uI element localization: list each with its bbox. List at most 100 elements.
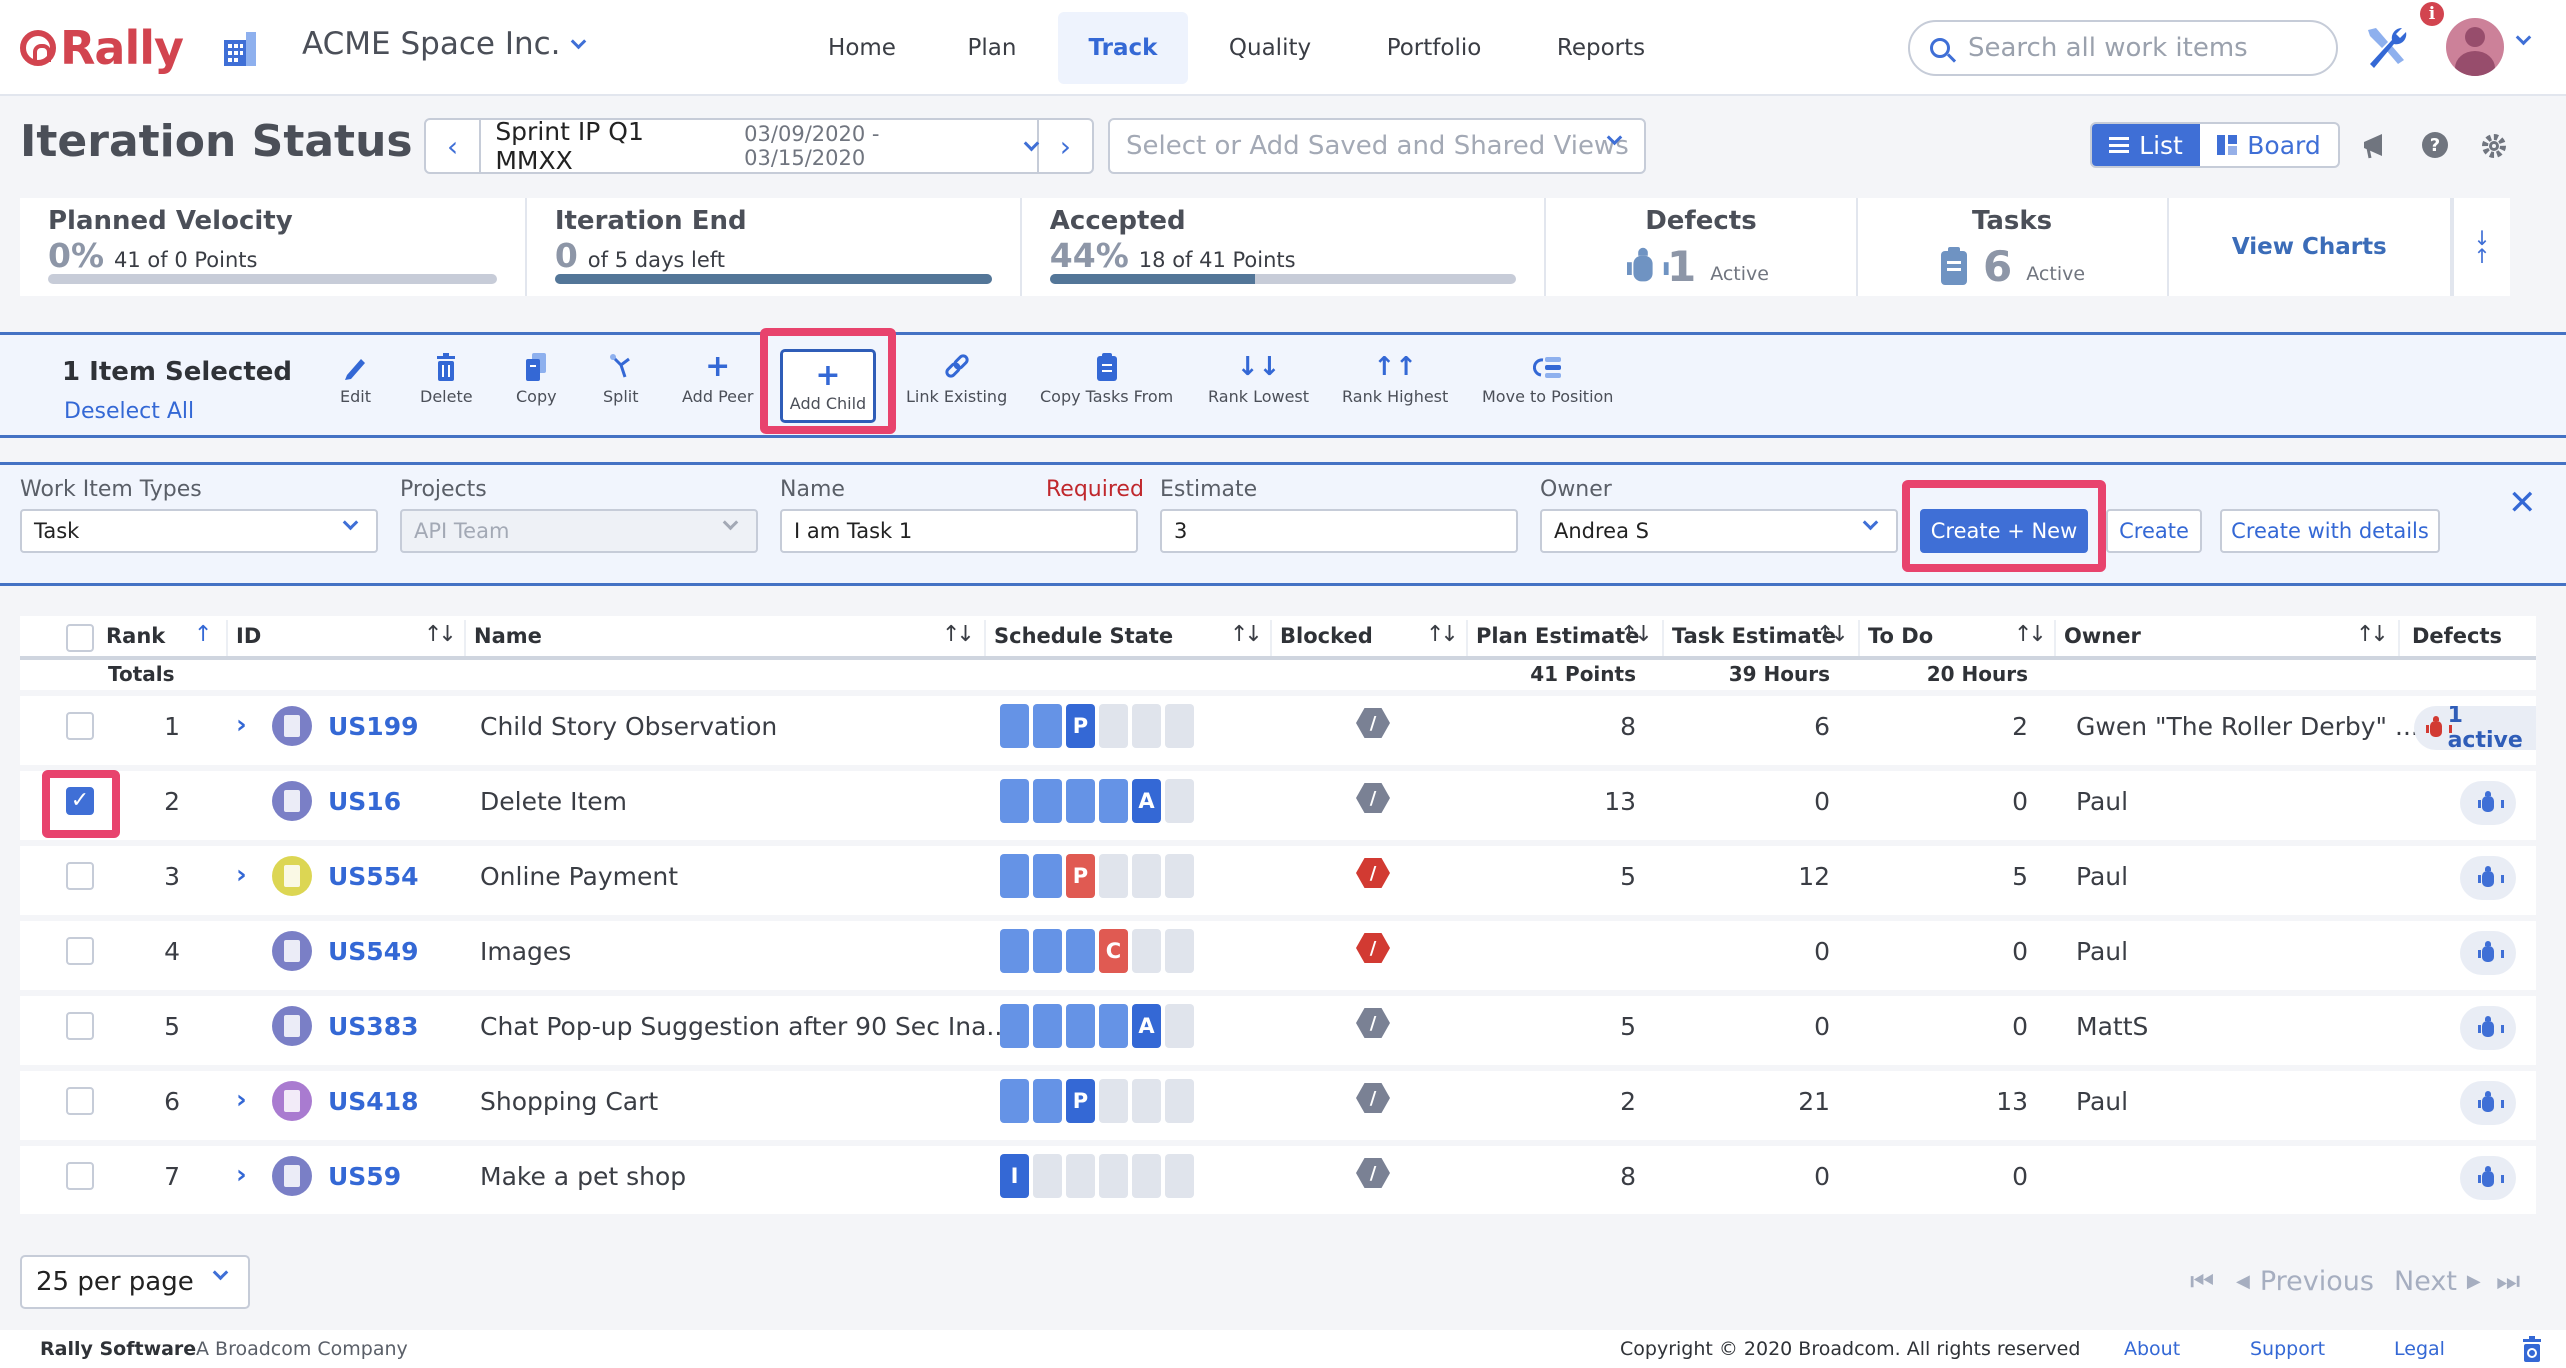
sort-icon[interactable]: ↑↓ bbox=[1230, 622, 1263, 647]
unblocked-icon[interactable]: / bbox=[1356, 1008, 1390, 1038]
tools-icon[interactable] bbox=[2362, 24, 2408, 70]
add-defect-button[interactable] bbox=[2460, 1081, 2516, 1125]
board-view-button[interactable]: Board bbox=[2200, 124, 2338, 166]
schedule-state-segment[interactable] bbox=[1033, 854, 1062, 898]
add-defect-button[interactable] bbox=[2460, 931, 2516, 975]
schedule-state-bar[interactable]: P bbox=[1000, 704, 1194, 748]
notification-badge[interactable]: i bbox=[2420, 2, 2444, 26]
close-icon[interactable]: ✕ bbox=[2508, 483, 2537, 523]
schedule-state-bar[interactable]: C bbox=[1000, 929, 1194, 973]
schedule-state-segment[interactable] bbox=[1000, 704, 1029, 748]
per-page-select[interactable]: 25 per page bbox=[20, 1255, 250, 1309]
schedule-state-bar[interactable]: P bbox=[1000, 854, 1194, 898]
row-checkbox[interactable] bbox=[66, 937, 94, 965]
schedule-state-segment[interactable] bbox=[1066, 1154, 1095, 1198]
sort-icon[interactable]: ↑↓ bbox=[2356, 622, 2389, 647]
nav-quality[interactable]: Quality bbox=[1210, 12, 1330, 84]
expand-chevron-icon[interactable]: › bbox=[236, 710, 247, 740]
schedule-state-bar[interactable]: I bbox=[1000, 1154, 1194, 1198]
add-defect-button[interactable] bbox=[2460, 1156, 2516, 1200]
user-avatar[interactable] bbox=[2446, 18, 2504, 76]
story-id-link[interactable]: US549 bbox=[328, 937, 419, 966]
sort-icon[interactable]: ↑↓ bbox=[1426, 622, 1459, 647]
stat-tasks[interactable]: Tasks 6 Active bbox=[1858, 198, 2169, 296]
column-schedule-state[interactable]: Schedule State bbox=[994, 624, 1173, 648]
defects-badge[interactable]: 1 active bbox=[2414, 706, 2536, 750]
schedule-state-segment[interactable] bbox=[1000, 1004, 1029, 1048]
schedule-state-segment[interactable] bbox=[1165, 704, 1194, 748]
create-with-details-button[interactable]: Create with details bbox=[2220, 509, 2440, 553]
table-row[interactable]: 6 › US418 Shopping Cart P / 2 21 13 Paul bbox=[20, 1065, 2536, 1137]
copy-tasks-from-button[interactable]: Copy Tasks From bbox=[1040, 351, 1173, 406]
recycle-bin-icon[interactable] bbox=[2522, 1336, 2542, 1362]
collapse-stats-button[interactable]: ↓ ↑ bbox=[2451, 198, 2510, 296]
delete-button[interactable]: Delete bbox=[420, 351, 473, 406]
schedule-state-segment[interactable] bbox=[1033, 1154, 1062, 1198]
schedule-state-segment[interactable] bbox=[1099, 1004, 1128, 1048]
schedule-state-segment[interactable] bbox=[1132, 929, 1161, 973]
schedule-state-segment[interactable] bbox=[1132, 854, 1161, 898]
owner-select[interactable]: Andrea S bbox=[1540, 509, 1898, 553]
table-row[interactable]: ✓ 2 US16 Delete Item A / 13 0 0 Paul bbox=[20, 765, 2536, 837]
schedule-state-segment[interactable] bbox=[1165, 1079, 1194, 1123]
add-defect-button[interactable] bbox=[2460, 1006, 2516, 1050]
list-view-button[interactable]: List bbox=[2092, 124, 2200, 166]
name-input[interactable]: I am Task 1 bbox=[780, 509, 1138, 553]
schedule-state-segment[interactable]: P bbox=[1066, 854, 1095, 898]
sort-icon[interactable]: ↑↓ bbox=[942, 622, 975, 647]
row-checkbox[interactable] bbox=[66, 1012, 94, 1040]
schedule-state-bar[interactable]: P bbox=[1000, 1079, 1194, 1123]
table-row[interactable]: 3 › US554 Online Payment P / 5 12 5 Paul bbox=[20, 840, 2536, 912]
saved-views-select[interactable]: Select or Add Saved and Shared Views bbox=[1108, 118, 1646, 174]
schedule-state-segment[interactable] bbox=[1033, 1004, 1062, 1048]
sort-ascending-icon[interactable]: ↑ bbox=[194, 622, 213, 647]
sort-icon[interactable]: ↑↓ bbox=[2014, 622, 2047, 647]
schedule-state-segment[interactable]: A bbox=[1132, 1004, 1161, 1048]
story-name[interactable]: Online Payment bbox=[480, 862, 678, 891]
expand-chevron-icon[interactable]: › bbox=[236, 1160, 247, 1190]
nav-portfolio[interactable]: Portfolio bbox=[1364, 12, 1504, 84]
story-name[interactable]: Delete Item bbox=[480, 787, 627, 816]
estimate-input[interactable]: 3 bbox=[1160, 509, 1518, 553]
rank-lowest-button[interactable]: ↓↓ Rank Lowest bbox=[1208, 351, 1309, 406]
work-item-type-select[interactable]: Task bbox=[20, 509, 378, 553]
row-checkbox[interactable] bbox=[66, 1162, 94, 1190]
story-id-link[interactable]: US59 bbox=[328, 1162, 401, 1191]
workspace-selector[interactable]: ACME Space Inc. bbox=[302, 26, 586, 62]
schedule-state-segment[interactable] bbox=[1099, 704, 1128, 748]
sort-icon[interactable]: ↑↓ bbox=[424, 622, 457, 647]
nav-plan[interactable]: Plan bbox=[950, 12, 1034, 84]
row-checkbox[interactable] bbox=[66, 1087, 94, 1115]
next-iteration-button[interactable]: › bbox=[1036, 120, 1092, 172]
last-page-button[interactable]: ⏭ bbox=[2496, 1266, 2520, 1298]
megaphone-icon[interactable] bbox=[2360, 130, 2390, 160]
schedule-state-bar[interactable]: A bbox=[1000, 779, 1194, 823]
schedule-state-bar[interactable]: A bbox=[1000, 1004, 1194, 1048]
story-id-link[interactable]: US199 bbox=[328, 712, 419, 741]
schedule-state-segment[interactable] bbox=[1165, 1004, 1194, 1048]
schedule-state-segment[interactable] bbox=[1099, 779, 1128, 823]
sort-icon[interactable]: ↑↓ bbox=[1816, 622, 1849, 647]
column-owner[interactable]: Owner bbox=[2064, 624, 2141, 648]
story-name[interactable]: Images bbox=[480, 937, 571, 966]
view-charts-link[interactable]: View Charts bbox=[2169, 198, 2452, 296]
create-button[interactable]: Create bbox=[2106, 509, 2202, 553]
table-row[interactable]: 7 › US59 Make a pet shop I / 8 0 0 bbox=[20, 1140, 2536, 1212]
schedule-state-segment[interactable]: I bbox=[1000, 1154, 1029, 1198]
schedule-state-segment[interactable]: A bbox=[1132, 779, 1161, 823]
schedule-state-segment[interactable] bbox=[1033, 704, 1062, 748]
deselect-all-link[interactable]: Deselect All bbox=[64, 399, 194, 424]
nav-reports[interactable]: Reports bbox=[1538, 12, 1664, 84]
expand-chevron-icon[interactable]: › bbox=[236, 1085, 247, 1115]
previous-page-button[interactable]: ◀ Previous bbox=[2236, 1266, 2374, 1297]
schedule-state-segment[interactable] bbox=[1099, 1154, 1128, 1198]
legal-link[interactable]: Legal bbox=[2394, 1338, 2445, 1360]
about-link[interactable]: About bbox=[2124, 1338, 2180, 1360]
help-icon[interactable]: ? bbox=[2420, 130, 2450, 160]
schedule-state-segment[interactable] bbox=[1132, 1079, 1161, 1123]
schedule-state-segment[interactable] bbox=[1132, 1154, 1161, 1198]
story-id-link[interactable]: US16 bbox=[328, 787, 401, 816]
select-all-checkbox[interactable] bbox=[66, 624, 94, 652]
add-defect-button[interactable] bbox=[2460, 781, 2516, 825]
column-defects[interactable]: Defects bbox=[2412, 624, 2502, 648]
